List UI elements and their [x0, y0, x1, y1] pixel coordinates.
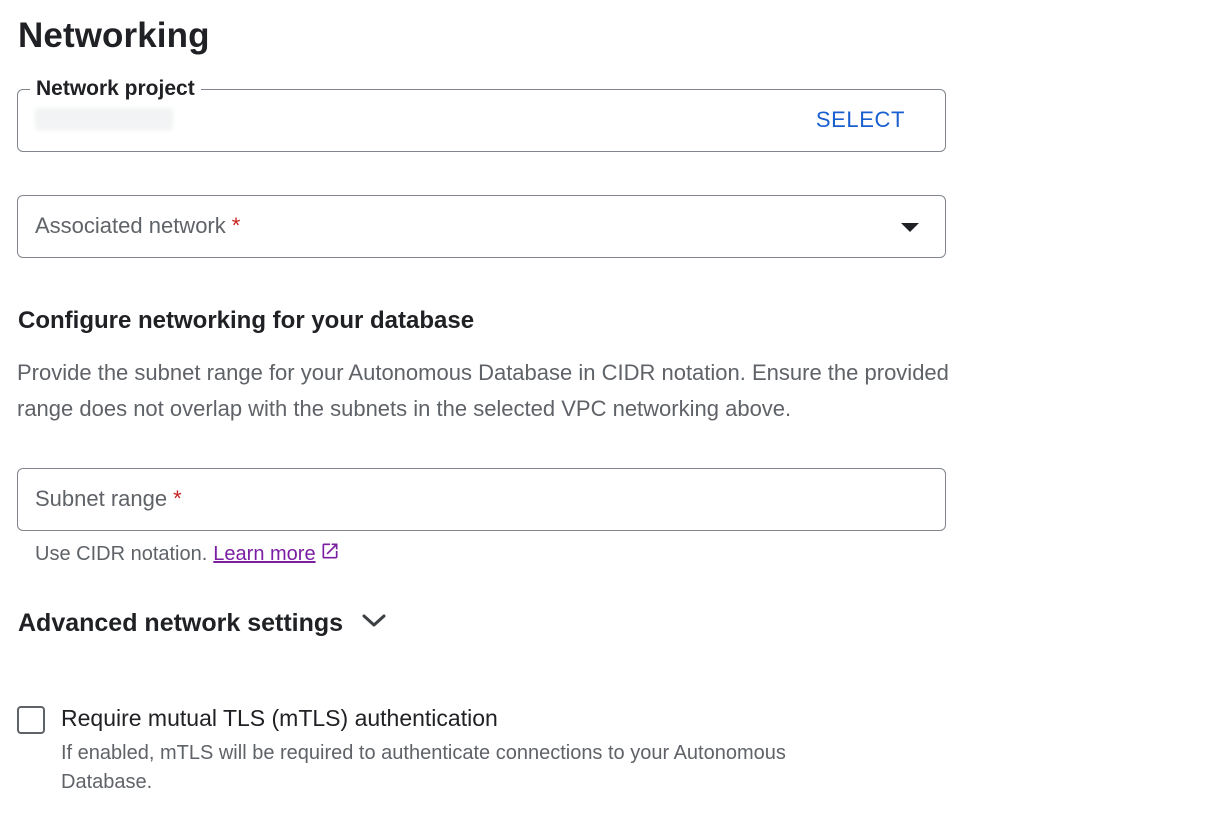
network-project-label: Network project: [30, 75, 201, 103]
required-marker: *: [231, 213, 241, 238]
advanced-network-settings-label: Advanced network settings: [18, 609, 344, 637]
select-network-project-button[interactable]: SELECT: [816, 107, 905, 133]
advanced-network-settings-toggle[interactable]: Advanced network settings: [18, 609, 387, 638]
subnet-range-placeholder: Subnet range *: [35, 486, 182, 511]
configure-networking-description: Provide the subnet range for your Autono…: [17, 360, 949, 421]
associated-network-dropdown[interactable]: Associated network *: [17, 195, 946, 258]
network-project-field[interactable]: Network project SELECT: [17, 75, 946, 152]
subnet-range-input[interactable]: Subnet range *: [17, 468, 946, 531]
mtls-checkbox-label[interactable]: Require mutual TLS (mTLS) authentication: [61, 705, 498, 732]
learn-more-link[interactable]: Learn more: [213, 543, 315, 566]
associated-network-placeholder: Associated network *: [35, 213, 241, 238]
arrow-drop-down-icon[interactable]: [901, 223, 919, 232]
subnet-range-helper: Use CIDR notation. Learn more: [35, 541, 340, 567]
open-in-new-icon[interactable]: [320, 541, 340, 567]
page-title: Networking: [18, 16, 210, 55]
required-marker: *: [173, 486, 182, 511]
helper-text: Use CIDR notation.: [35, 542, 208, 565]
mtls-checkbox[interactable]: [17, 706, 45, 734]
configure-networking-heading: Configure networking for your database: [18, 307, 475, 334]
chevron-down-icon[interactable]: [361, 612, 387, 635]
mtls-description: If enabled, mTLS will be required to aut…: [61, 742, 786, 793]
network-project-value-redacted: [35, 108, 173, 130]
